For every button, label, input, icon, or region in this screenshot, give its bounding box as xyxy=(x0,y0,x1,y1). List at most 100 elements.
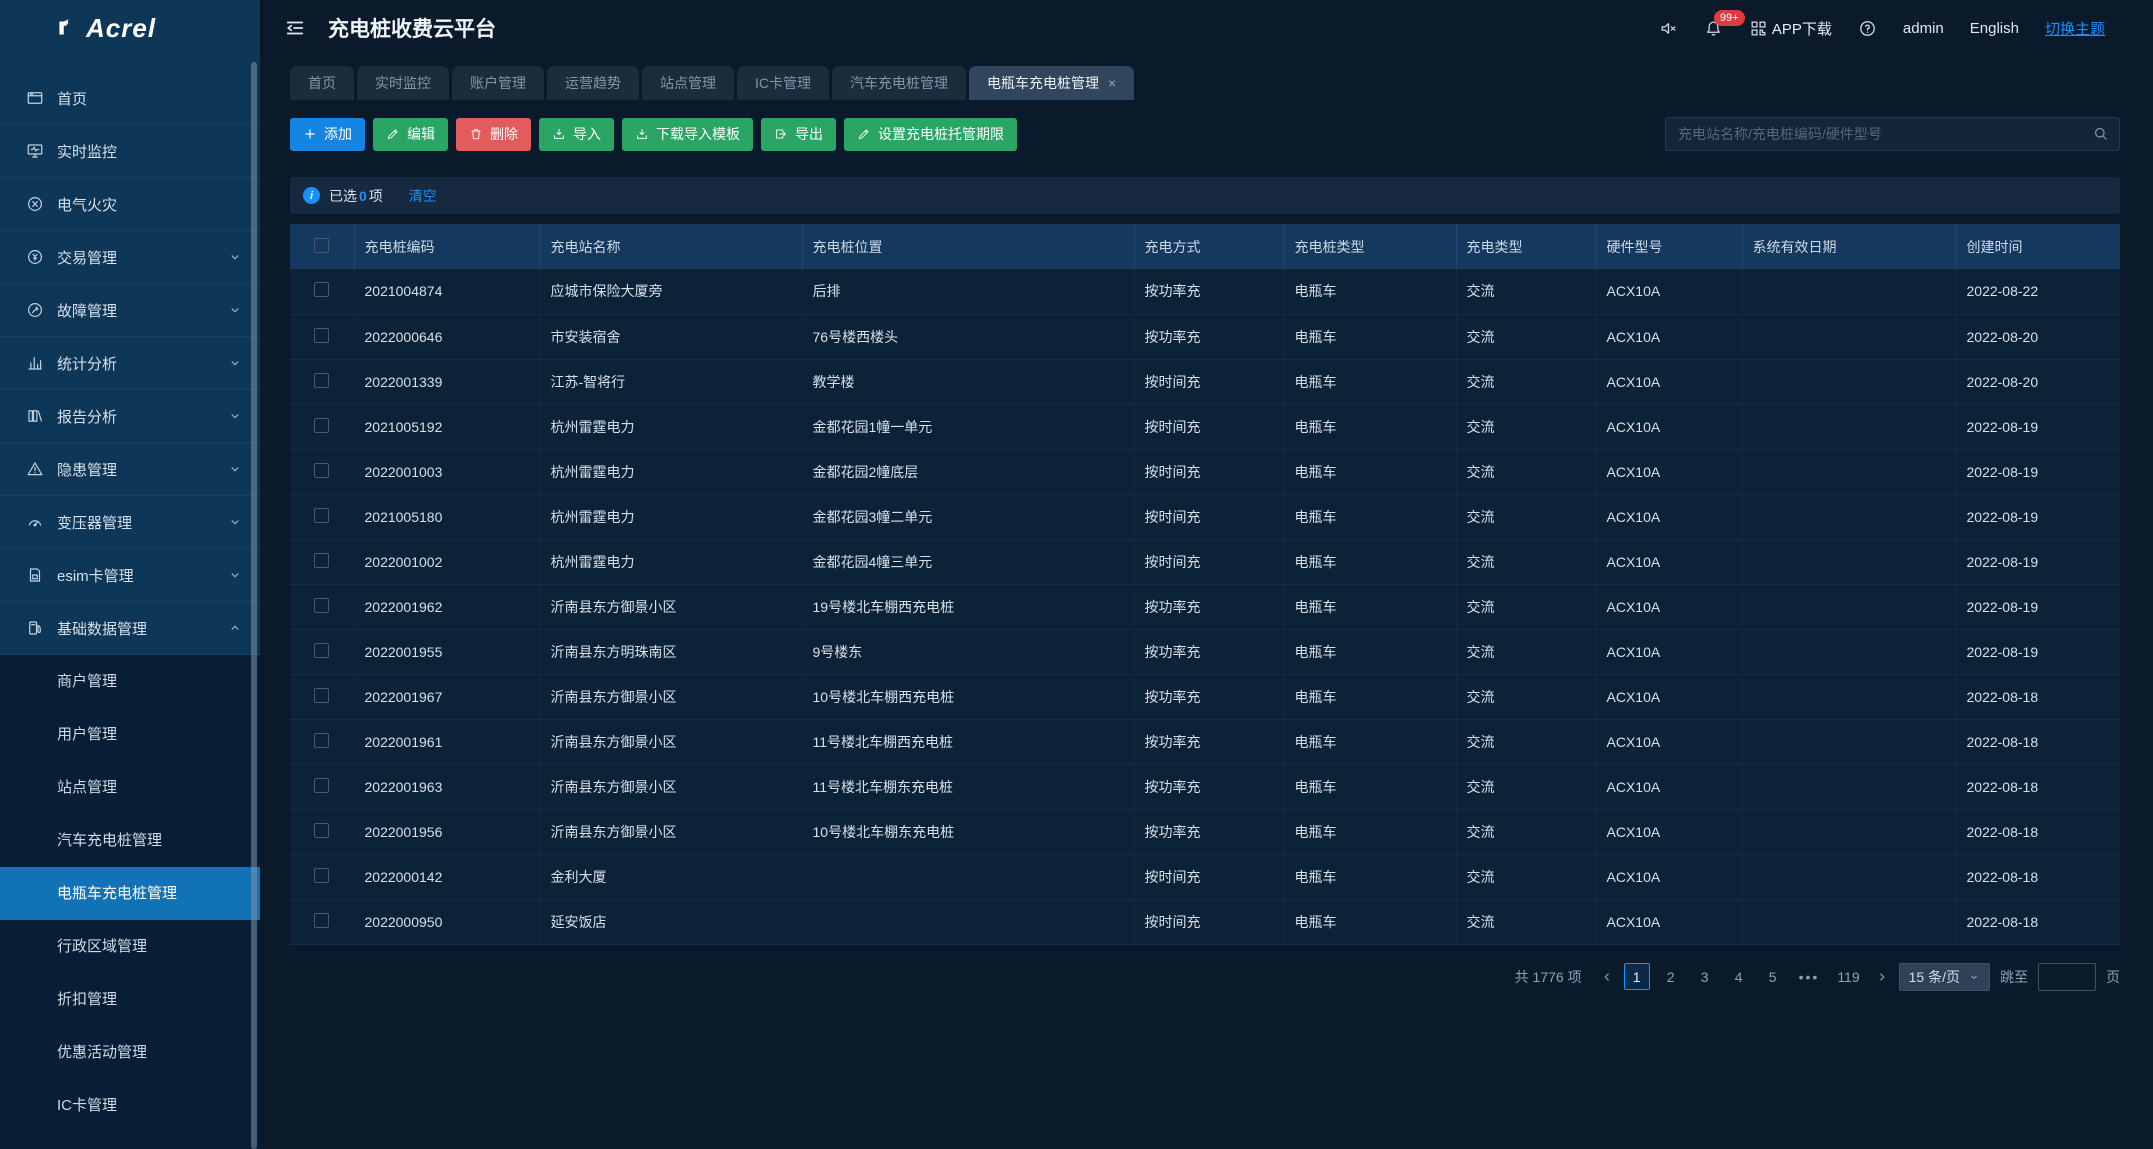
table-cell: 按时间充 xyxy=(1134,854,1284,899)
row-checkbox[interactable] xyxy=(314,418,329,433)
table-cell: ACX10A xyxy=(1596,899,1742,944)
sidebar-item-car-charger-mgmt[interactable]: 汽车充电桩管理 xyxy=(0,814,260,867)
table-cell: 按时间充 xyxy=(1134,899,1284,944)
sidebar-menu: 首页实时监控电气火灾交易管理故障管理统计分析报告分析隐患管理变压器管理esim卡… xyxy=(0,56,260,1149)
help-icon[interactable] xyxy=(1858,19,1877,38)
sidebar-item-discount-mgmt[interactable]: 折扣管理 xyxy=(0,973,260,1026)
edit-button[interactable]: 编辑 xyxy=(373,118,448,151)
close-tab-icon[interactable]: × xyxy=(1108,75,1116,91)
table-cell: 交流 xyxy=(1456,674,1596,719)
tab-operation-trend[interactable]: 运营趋势 xyxy=(547,66,639,100)
language-switch[interactable]: English xyxy=(1970,20,2019,37)
sidebar-item-transaction-mgmt[interactable]: 交易管理 xyxy=(0,231,260,284)
sidebar-item-user-mgmt[interactable]: 用户管理 xyxy=(0,708,260,761)
tab-home[interactable]: 首页 xyxy=(290,66,354,100)
table-cell: ACX10A xyxy=(1596,584,1742,629)
page-5-button[interactable]: 5 xyxy=(1760,963,1786,990)
theme-switch-link[interactable]: 切换主题 xyxy=(2045,18,2105,39)
row-checkbox[interactable] xyxy=(314,373,329,388)
import-button[interactable]: 导入 xyxy=(539,118,614,151)
select-all-checkbox[interactable] xyxy=(314,238,329,253)
row-checkbox[interactable] xyxy=(314,598,329,613)
sidebar-item-transformer-mgmt[interactable]: 变压器管理 xyxy=(0,496,260,549)
mute-icon[interactable] xyxy=(1659,19,1678,38)
sidebar-item-electric-fire[interactable]: 电气火灾 xyxy=(0,178,260,231)
add-button[interactable]: 添加 xyxy=(290,118,365,151)
clear-selection-link[interactable]: 清空 xyxy=(409,186,437,206)
page-4-button[interactable]: 4 xyxy=(1726,963,1752,990)
sidebar-item-promo-mgmt[interactable]: 优惠活动管理 xyxy=(0,1026,260,1079)
sidebar-item-home[interactable]: 首页 xyxy=(0,72,260,125)
row-checkbox[interactable] xyxy=(314,282,329,297)
tab-ic-card-mgmt[interactable]: IC卡管理 xyxy=(737,66,829,100)
row-checkbox[interactable] xyxy=(314,778,329,793)
sidebar-item-realtime-monitor[interactable]: 实时监控 xyxy=(0,125,260,178)
page-3-button[interactable]: 3 xyxy=(1692,963,1718,990)
row-checkbox[interactable] xyxy=(314,328,329,343)
search-input[interactable] xyxy=(1665,117,2120,151)
table-cell: 2022001963 xyxy=(354,764,540,809)
table-cell: 交流 xyxy=(1456,899,1596,944)
row-checkbox[interactable] xyxy=(314,913,329,928)
collapse-sidebar-icon[interactable] xyxy=(284,17,306,39)
tab-station-mgmt[interactable]: 站点管理 xyxy=(642,66,734,100)
table-row: 2022000142金利大厦按时间充电瓶车交流ACX10A2022-08-18 xyxy=(290,854,2120,899)
page-buttons: 12345•••119 xyxy=(1624,963,1865,990)
button-label: 导入 xyxy=(573,124,601,144)
sidebar-item-ic-card-mgmt[interactable]: IC卡管理 xyxy=(0,1079,260,1132)
row-checkbox[interactable] xyxy=(314,553,329,568)
sidebar-item-report-analysis[interactable]: 报告分析 xyxy=(0,390,260,443)
delete-button[interactable]: 删除 xyxy=(456,118,531,151)
export-button[interactable]: 导出 xyxy=(761,118,836,151)
sidebar-item-hazard-mgmt[interactable]: 隐患管理 xyxy=(0,443,260,496)
table-cell: 2022001956 xyxy=(354,809,540,854)
page-size-select[interactable]: 15 条/页 xyxy=(1899,963,1990,991)
page-119-button[interactable]: 119 xyxy=(1832,963,1864,990)
sidebar-item-admin-region-mgmt[interactable]: 行政区域管理 xyxy=(0,920,260,973)
row-checkbox[interactable] xyxy=(314,733,329,748)
tab-ebike-charger-mgmt[interactable]: 电瓶车充电桩管理× xyxy=(969,66,1134,100)
row-checkbox[interactable] xyxy=(314,643,329,658)
sidebar-item-station-mgmt[interactable]: 站点管理 xyxy=(0,761,260,814)
row-checkbox[interactable] xyxy=(314,508,329,523)
chevron-up-icon xyxy=(228,621,242,635)
table-cell: 电瓶车 xyxy=(1284,719,1456,764)
prev-page-button[interactable] xyxy=(1600,970,1614,984)
table-cell: 2022-08-18 xyxy=(1956,674,2120,719)
sidebar-item-base-data-mgmt[interactable]: 基础数据管理 xyxy=(0,602,260,655)
row-checkbox[interactable] xyxy=(314,463,329,478)
tab-realtime-monitor[interactable]: 实时监控 xyxy=(357,66,449,100)
notifications-button[interactable]: 99+ xyxy=(1704,19,1723,38)
sidebar-scrollbar[interactable] xyxy=(251,62,257,1149)
sidebar-item-merchant-mgmt[interactable]: 商户管理 xyxy=(0,655,260,708)
table-cell: 交流 xyxy=(1456,584,1596,629)
username[interactable]: admin xyxy=(1903,20,1944,37)
row-checkbox[interactable] xyxy=(314,868,329,883)
next-page-button[interactable] xyxy=(1875,970,1889,984)
table-cell: 沂南县东方御景小区 xyxy=(540,584,802,629)
set-hosting-deadline-button[interactable]: 设置充电桩托管期限 xyxy=(844,118,1017,151)
row-checkbox[interactable] xyxy=(314,688,329,703)
jump-page-input[interactable] xyxy=(2038,963,2096,991)
sidebar-item-esim-card-mgmt[interactable]: esim卡管理 xyxy=(0,549,260,602)
tab-car-charger-mgmt[interactable]: 汽车充电桩管理 xyxy=(832,66,966,100)
chevron-down-icon xyxy=(228,356,242,370)
page-2-button[interactable]: 2 xyxy=(1658,963,1684,990)
sidebar-item-ebike-charger-mgmt[interactable]: 电瓶车充电桩管理 xyxy=(0,867,260,920)
sidebar-item-fault-mgmt[interactable]: 故障管理 xyxy=(0,284,260,337)
page-1-button[interactable]: 1 xyxy=(1624,963,1650,990)
table-cell: 电瓶车 xyxy=(1284,494,1456,539)
tab-account-mgmt[interactable]: 账户管理 xyxy=(452,66,544,100)
table-row: 2022001002杭州雷霆电力金都花园4幢三单元按时间充电瓶车交流ACX10A… xyxy=(290,539,2120,584)
jump-label: 跳至 xyxy=(2000,967,2028,987)
download-template-button[interactable]: 下载导入模板 xyxy=(622,118,753,151)
row-checkbox[interactable] xyxy=(314,823,329,838)
search-icon[interactable] xyxy=(2092,125,2109,147)
table-cell: 按功率充 xyxy=(1134,764,1284,809)
brand-logo[interactable]: Acrel xyxy=(0,0,260,56)
sidebar-item-stats-analysis[interactable]: 统计分析 xyxy=(0,337,260,390)
button-label: 删除 xyxy=(490,124,518,144)
app-download-button[interactable]: APP下载 xyxy=(1749,18,1832,39)
table-cell: 交流 xyxy=(1456,269,1596,314)
table-cell: 沂南县东方御景小区 xyxy=(540,674,802,719)
